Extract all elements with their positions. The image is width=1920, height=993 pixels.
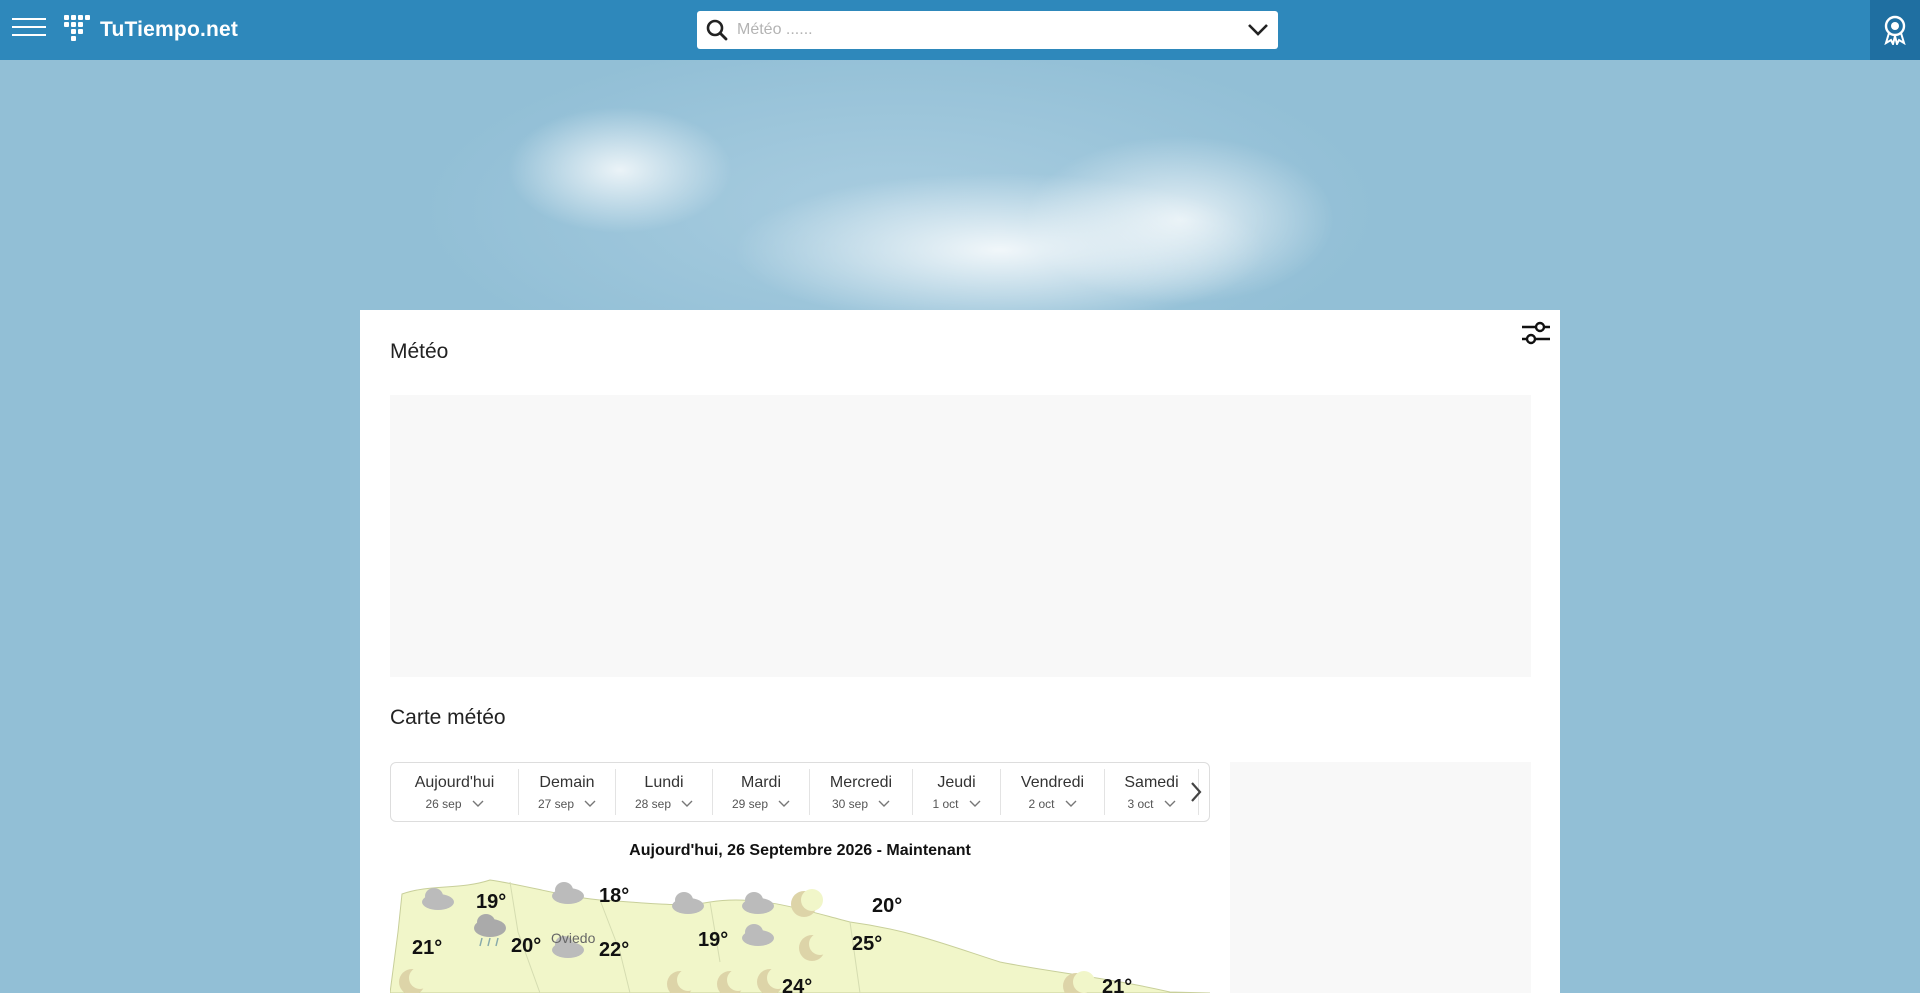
moon-icon [791, 889, 823, 917]
day-date: 27 sep [537, 796, 575, 811]
day-name: Aujourd'hui [414, 773, 495, 791]
temperature-label: 19° [476, 891, 506, 913]
chevron-down-icon [681, 800, 693, 807]
cloud-icon [672, 892, 704, 914]
day-tab[interactable]: Jeudi 1 oct [913, 769, 1001, 815]
day-tab[interactable]: Mercredi 30 sep [810, 769, 913, 815]
day-name: Lundi [644, 773, 684, 791]
day-date: 28 sep [634, 796, 672, 811]
day-name: Samedi [1124, 773, 1179, 791]
chevron-down-icon [778, 800, 790, 807]
search-icon[interactable] [697, 11, 737, 49]
temperature-label: 24° [782, 976, 812, 993]
temperature-label: 22° [599, 939, 629, 961]
chevron-down-icon[interactable] [1238, 11, 1278, 49]
page-title: Météo [390, 340, 449, 363]
day-tab[interactable]: Lundi 28 sep [616, 769, 713, 815]
map-caption: Aujourd'hui, 26 Septembre 2026 - Mainten… [629, 842, 971, 859]
day-name: Mercredi [829, 773, 893, 791]
chevron-down-icon [969, 800, 980, 807]
chevron-down-icon [472, 800, 484, 807]
day-name: Mardi [740, 773, 781, 791]
filter-sliders-icon[interactable] [1520, 318, 1552, 350]
cloud-icon [742, 892, 774, 914]
temperature-label: 20° [511, 935, 542, 957]
day-tab[interactable]: Aujourd'hui 26 sep [391, 769, 519, 815]
logo-text: TuTiempo.net [100, 18, 239, 41]
temperature-label: 18° [599, 885, 629, 907]
day-tab[interactable]: Mardi 29 sep [713, 769, 810, 815]
day-date: 3 oct [1127, 796, 1154, 811]
temperature-label: 19° [698, 929, 728, 951]
temperature-label: 25° [852, 933, 882, 955]
day-name: Jeudi [937, 773, 976, 791]
temperature-label: 20° [872, 895, 902, 917]
logo[interactable]: TuTiempo.net [64, 14, 238, 46]
logo-dots-icon [64, 15, 94, 45]
side-ad-placeholder [1230, 762, 1531, 993]
cloud-icon [552, 882, 584, 904]
sky-hero-image [0, 60, 1920, 310]
chevron-down-icon [584, 800, 596, 807]
day-tab[interactable]: Vendredi 2 oct [1001, 769, 1105, 815]
city-label: Oviedo [551, 930, 596, 946]
ad-placeholder [390, 395, 1531, 677]
day-date: 2 oct [1028, 796, 1055, 811]
day-name: Demain [539, 773, 595, 791]
day-date: 29 sep [731, 796, 769, 811]
chevron-right-icon[interactable] [1183, 763, 1209, 821]
day-date: 30 sep [831, 796, 869, 811]
temperature-label: 21° [1102, 976, 1132, 993]
content-panel: Météo Carte météo Aujourd'hui 26 sep Dem… [360, 310, 1560, 993]
chevron-down-icon [878, 800, 890, 807]
hamburger-menu-icon[interactable] [12, 18, 46, 42]
search-bar [697, 11, 1278, 49]
weather-map[interactable]: Oviedo 19° 18° 20° 20° 21° 22° 19° 25° 2… [390, 872, 1210, 993]
day-tab[interactable]: Demain 27 sep [519, 769, 616, 815]
section-title: Carte météo [390, 706, 506, 729]
temperature-label: 21° [412, 937, 442, 959]
day-selector: Aujourd'hui 26 sep Demain 27 sep Lundi 2… [390, 762, 1210, 822]
search-input[interactable] [737, 12, 1238, 48]
day-date: 1 oct [932, 796, 959, 811]
top-bar: TuTiempo.net [0, 0, 1920, 60]
day-date: 26 sep [425, 796, 462, 811]
day-name: Vendredi [1020, 773, 1085, 791]
chevron-down-icon [1065, 800, 1076, 807]
award-badge-icon[interactable] [1870, 0, 1920, 60]
chevron-down-icon [1164, 800, 1175, 807]
